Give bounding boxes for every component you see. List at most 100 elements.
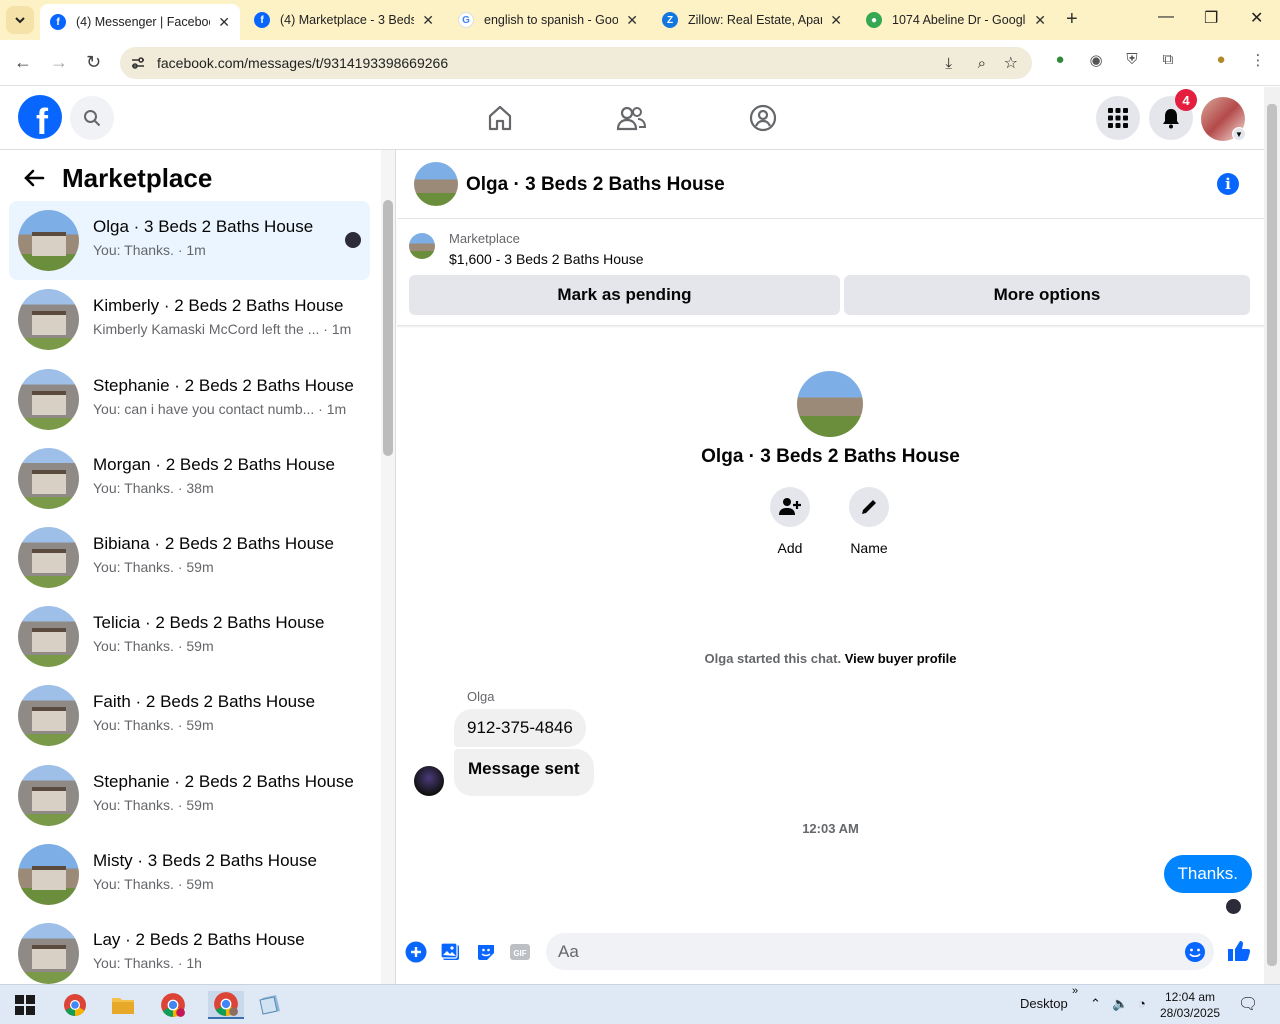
conversation-avatar — [18, 369, 79, 430]
message-timestamp: 12:03 AM — [802, 821, 859, 836]
app-taskbar-icon[interactable] — [256, 991, 284, 1019]
conversation-item[interactable]: Kimberly · 2 Beds 2 Baths House Kimberly… — [9, 280, 370, 359]
facebook-search-button[interactable] — [70, 96, 114, 140]
tab-marketplace[interactable]: f (4) Marketplace - 3 Beds ✕ — [244, 4, 444, 36]
close-window-button[interactable]: ✕ — [1250, 8, 1263, 28]
message-composer: GIF Aa — [397, 930, 1264, 984]
tab-google-maps[interactable]: ● 1074 Abeline Dr - Google ✕ — [856, 4, 1056, 36]
extensions-puzzle-icon[interactable]: ⧉ — [1158, 51, 1178, 71]
conversation-name: Kimberly · 2 Beds 2 Baths House — [93, 296, 344, 315]
file-explorer-icon[interactable] — [109, 991, 137, 1019]
volume-icon[interactable]: 🔈 — [1112, 996, 1128, 1012]
photo-icon[interactable] — [440, 941, 462, 963]
new-tab-button[interactable]: + — [1066, 8, 1078, 31]
profile-icon[interactable]: ● — [1211, 51, 1231, 71]
conversation-item[interactable]: Stephanie · 2 Beds 2 Baths House You: Th… — [9, 756, 370, 835]
conversation-list-scroll-thumb[interactable] — [383, 200, 393, 456]
url-field[interactable]: facebook.com/messages/t/9314193398669266… — [120, 47, 1032, 79]
friends-icon[interactable] — [616, 103, 646, 133]
site-settings-icon[interactable] — [130, 55, 146, 71]
sender-avatar[interactable] — [414, 766, 444, 796]
tab-zillow[interactable]: Z Zillow: Real Estate, Apartr ✕ — [652, 4, 852, 36]
outgoing-message[interactable]: Thanks. — [1163, 855, 1252, 893]
incoming-message[interactable]: Message sent — [454, 749, 594, 796]
seen-avatar — [345, 232, 361, 248]
close-tab-icon[interactable]: ✕ — [1034, 12, 1046, 29]
sticker-icon[interactable] — [475, 941, 497, 963]
emoji-icon[interactable] — [1184, 941, 1206, 963]
conversation-name: Telicia · 2 Beds 2 Baths House — [93, 613, 325, 632]
menu-grid-button[interactable] — [1096, 96, 1140, 140]
close-tab-icon[interactable]: ✕ — [830, 12, 842, 29]
more-options-button[interactable]: More options — [844, 275, 1250, 315]
info-icon[interactable]: i — [1217, 173, 1239, 195]
conversation-item[interactable]: Morgan · 2 Beds 2 Baths House You: Thank… — [9, 439, 370, 518]
close-tab-icon[interactable]: ✕ — [218, 14, 230, 31]
page-scroll-thumb[interactable] — [1267, 104, 1277, 966]
account-chevron-icon[interactable]: ▼ — [1232, 127, 1246, 141]
chat-title[interactable]: Olga · 3 Beds 2 Baths House — [466, 174, 725, 196]
restore-button[interactable]: ❐ — [1204, 8, 1218, 28]
conversation-item[interactable]: Faith · 2 Beds 2 Baths House You: Thanks… — [9, 676, 370, 755]
desktop-toolbar-label[interactable]: Desktop — [1020, 996, 1068, 1011]
maps-icon: ● — [866, 12, 882, 28]
extension-globe-icon[interactable]: ● — [1050, 51, 1070, 71]
zoom-icon[interactable]: ⌕ — [978, 55, 986, 72]
chrome-taskbar-icon[interactable] — [61, 991, 89, 1019]
listing-title[interactable]: $1,600 - 3 Beds 2 Baths House — [449, 251, 644, 267]
conversation-avatar — [18, 527, 79, 588]
start-button[interactable] — [11, 991, 39, 1019]
thumbs-up-icon[interactable] — [1227, 939, 1251, 963]
back-button[interactable]: ← — [14, 52, 32, 73]
groups-icon[interactable] — [748, 103, 778, 133]
mark-as-pending-button[interactable]: Mark as pending — [409, 275, 840, 315]
conversation-item[interactable]: Misty · 3 Beds 2 Baths House You: Thanks… — [9, 835, 370, 914]
conversation-item[interactable]: Telicia · 2 Beds 2 Baths House You: Than… — [9, 597, 370, 676]
extension-shield-icon[interactable]: ⛨ — [1122, 51, 1142, 71]
close-tab-icon[interactable]: ✕ — [626, 12, 638, 29]
bell-icon — [1163, 109, 1179, 129]
conversation-name: Lay · 2 Beds 2 Baths House — [93, 930, 305, 949]
incoming-message[interactable]: 912-375-4846 — [454, 709, 586, 747]
listing-thumbnail[interactable] — [409, 233, 435, 259]
conversation-item[interactable]: Stephanie · 2 Beds 2 Baths House You: ca… — [9, 360, 370, 439]
chrome-active-taskbar-icon[interactable] — [208, 991, 244, 1019]
network-icon[interactable]: ◔ — [1138, 996, 1146, 1011]
tray-chevron-up-icon[interactable]: ⌃ — [1090, 996, 1101, 1012]
chat-avatar[interactable] — [414, 162, 458, 206]
reload-button[interactable]: ↻ — [86, 52, 101, 73]
conversation-avatar — [18, 210, 79, 271]
name-chat-action[interactable]: Name — [839, 487, 899, 556]
add-people-action[interactable]: Add — [760, 487, 820, 556]
facebook-logo[interactable]: f — [18, 95, 62, 139]
notification-center-icon[interactable]: 🗨 — [1238, 994, 1258, 1014]
tab-google-translate[interactable]: G english to spanish - Goo ✕ — [448, 4, 648, 36]
view-buyer-profile-link[interactable]: View buyer profile — [845, 651, 957, 666]
profile-picture[interactable] — [797, 371, 863, 437]
conversation-item[interactable]: Olga · 3 Beds 2 Baths House You: Thanks.… — [9, 201, 370, 280]
gif-icon[interactable]: GIF — [509, 941, 531, 963]
address-bar-row: ← → ↻ facebook.com/messages/t/9314193398… — [0, 40, 1280, 86]
install-app-icon[interactable]: ⤓ — [945, 55, 952, 72]
tab-search-button[interactable] — [6, 6, 34, 34]
forward-button[interactable]: → — [50, 52, 68, 73]
chat-header: Olga · 3 Beds 2 Baths House i — [397, 150, 1264, 219]
close-tab-icon[interactable]: ✕ — [422, 12, 434, 29]
taskbar-clock[interactable]: 12:04 am 28/03/2025 — [1160, 989, 1220, 1021]
back-arrow-icon[interactable] — [22, 166, 46, 197]
toolbar-expand-icon[interactable]: » — [1072, 985, 1078, 997]
message-input[interactable]: Aa — [546, 933, 1214, 970]
conversation-item[interactable]: Bibiana · 2 Beds 2 Baths House You: Than… — [9, 518, 370, 597]
bookmark-star-icon[interactable]: ☆ — [1004, 53, 1018, 73]
extension-robot-icon[interactable]: ◉ — [1086, 51, 1106, 71]
conversation-preview: You: Thanks. · 59m — [93, 638, 214, 654]
svg-text:GIF: GIF — [513, 949, 526, 958]
search-icon — [84, 110, 101, 127]
browser-menu-icon[interactable]: ⋮ — [1248, 51, 1268, 71]
tab-messenger[interactable]: f (4) Messenger | Facebook ✕ — [40, 4, 240, 40]
home-icon[interactable] — [485, 103, 515, 133]
plus-circle-icon[interactable] — [405, 941, 427, 963]
minimize-button[interactable]: — — [1158, 8, 1174, 26]
conversation-item[interactable]: Lay · 2 Beds 2 Baths House You: Thanks. … — [9, 914, 370, 984]
chrome-profile-taskbar-icon[interactable] — [159, 991, 187, 1019]
